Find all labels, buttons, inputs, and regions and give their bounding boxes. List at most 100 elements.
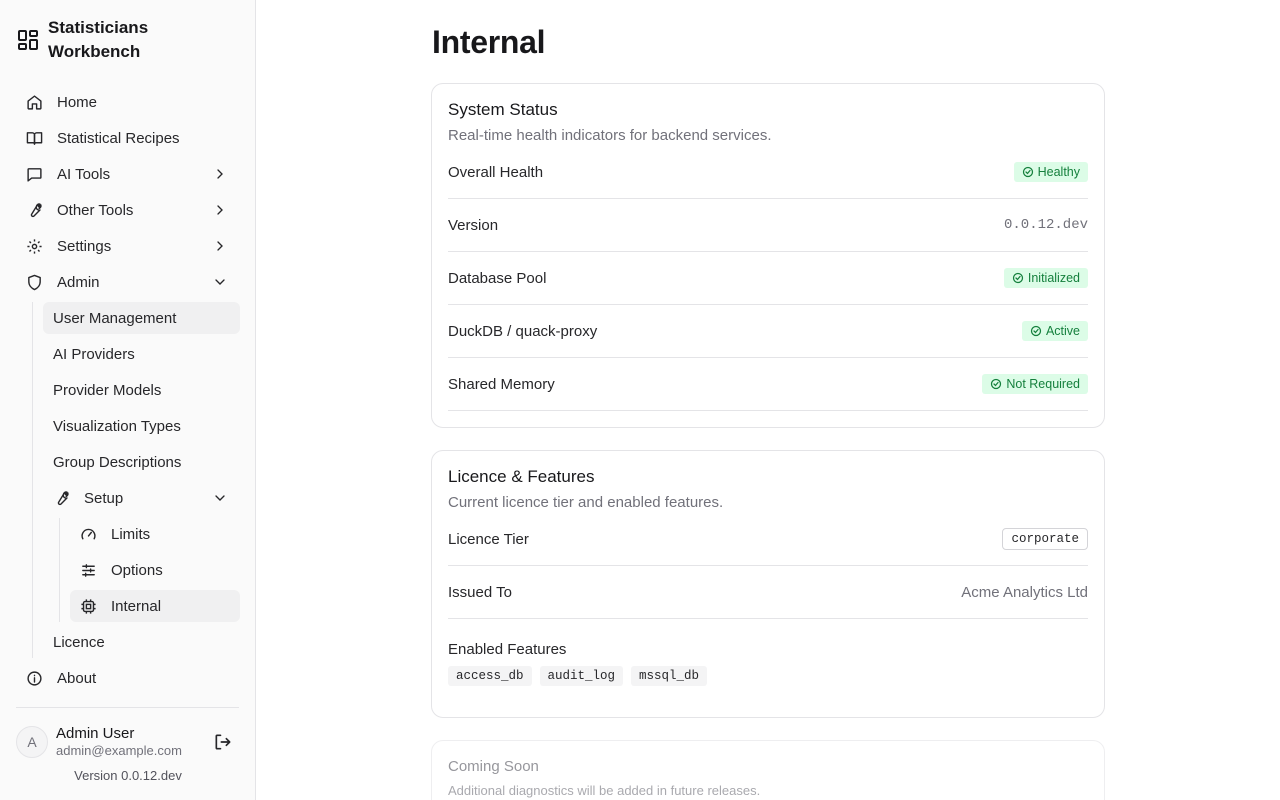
card-title: Coming Soon [448, 758, 539, 775]
sidebar-item-other-tools[interactable]: Other Tools [16, 194, 240, 226]
sidebar-item-label: Other Tools [57, 201, 134, 219]
status-label: Version [448, 216, 499, 234]
brand[interactable]: Statisticians Workbench [16, 16, 198, 64]
sidebar-item-label: AI Providers [53, 345, 135, 363]
status-badge: Not Required [982, 374, 1088, 394]
chevron-right-icon [212, 238, 228, 254]
status-label: DuckDB / quack-proxy [448, 322, 598, 340]
message-icon [26, 166, 43, 183]
feature-chip: access_db [448, 666, 532, 686]
status-row-version: Version 0.0.12.dev [448, 199, 1088, 252]
card-description: Real-time health indicators for backend … [448, 127, 772, 144]
sidebar-divider [16, 707, 239, 708]
dashboard-grid-icon [16, 28, 40, 52]
card-description: Additional diagnostics will be added in … [448, 783, 761, 798]
admin-submenu: User Management AI Providers Provider Mo… [32, 302, 240, 658]
status-value: Not Required [1006, 377, 1080, 391]
sidebar-item-label: Licence [53, 633, 105, 651]
sidebar-item-statistical-recipes[interactable]: Statistical Recipes [16, 122, 240, 154]
coming-soon-card: Coming Soon Additional diagnostics will … [431, 740, 1105, 800]
sidebar-item-setup[interactable]: Setup [43, 482, 240, 514]
issued-to-value: Acme Analytics Ltd [961, 583, 1088, 601]
sidebar-item-label: Provider Models [53, 381, 162, 399]
sidebar-item-licence[interactable]: Licence [43, 626, 240, 658]
main-content: Internal System Status Real-time health … [256, 0, 1280, 800]
app-version: Version 0.0.12.dev [74, 768, 182, 783]
card-description: Current licence tier and enabled feature… [448, 494, 724, 511]
sidebar-item-label: Settings [57, 237, 112, 255]
sidebar-item-home[interactable]: Home [16, 86, 240, 118]
feature-chip: mssql_db [631, 666, 708, 686]
app-title: Statisticians Workbench [48, 18, 149, 61]
user-profile[interactable]: A Admin User admin@example.com [16, 725, 182, 759]
sidebar-item-label: User Management [53, 309, 177, 327]
status-value: Active [1045, 324, 1080, 338]
sidebar-item-user-management[interactable]: User Management [43, 302, 240, 334]
sidebar-item-label: Options [111, 561, 163, 579]
issued-to-label: Issued To [448, 583, 512, 601]
status-badge: Active [1021, 321, 1088, 341]
sidebar-item-visualization-types[interactable]: Visualization Types [43, 410, 240, 442]
sidebar-item-ai-providers[interactable]: AI Providers [43, 338, 240, 370]
chevron-right-icon [212, 202, 228, 218]
logout-icon[interactable] [213, 732, 233, 752]
check-circle-icon [1012, 272, 1023, 284]
gauge-icon [80, 526, 97, 543]
book-icon [26, 130, 43, 147]
licence-features-card: Licence & Features Current licence tier … [431, 450, 1105, 718]
sidebar-item-group-descriptions[interactable]: Group Descriptions [43, 446, 240, 478]
sliders-icon [80, 562, 97, 579]
user-email: admin@example.com [56, 743, 182, 758]
feature-chip: audit_log [539, 666, 624, 686]
user-name: Admin User [56, 725, 135, 742]
status-row-overall-health: Overall Health Healthy [448, 146, 1088, 199]
sidebar-item-provider-models[interactable]: Provider Models [43, 374, 240, 406]
home-icon [26, 94, 43, 111]
card-title: System Status [448, 100, 558, 119]
shield-icon [26, 274, 43, 291]
avatar: A [16, 726, 48, 758]
status-row-duckdb: DuckDB / quack-proxy Active [448, 305, 1088, 358]
gear-icon [26, 238, 43, 255]
sidebar-item-limits[interactable]: Limits [70, 518, 240, 550]
check-circle-icon [1022, 166, 1033, 178]
status-label: Database Pool [448, 269, 547, 287]
sidebar-item-internal[interactable]: Internal [70, 590, 240, 622]
enabled-features-label: Enabled Features [448, 641, 567, 658]
sidebar-item-ai-tools[interactable]: AI Tools [16, 158, 240, 190]
status-badge: Initialized [1003, 268, 1088, 288]
card-title: Licence & Features [448, 467, 595, 486]
chevron-down-icon [212, 490, 228, 506]
wrench-icon [26, 202, 43, 219]
sidebar-item-label: Group Descriptions [53, 453, 182, 471]
info-icon [26, 670, 43, 687]
check-circle-icon [991, 378, 1002, 390]
status-value: Initialized [1027, 271, 1080, 285]
version-value: 0.0.12.dev [1003, 217, 1088, 233]
sidebar-item-admin[interactable]: Admin [16, 266, 240, 298]
licence-tier-row: Licence Tier corporate [448, 513, 1088, 566]
wrench-icon [53, 490, 70, 507]
sidebar-item-label: Internal [111, 597, 162, 615]
chevron-right-icon [212, 166, 228, 182]
sidebar-item-label: About [57, 669, 97, 687]
sidebar-item-label: Statistical Recipes [57, 129, 180, 147]
sidebar-item-label: Limits [111, 525, 151, 543]
status-label: Overall Health [448, 163, 544, 181]
chevron-down-icon [212, 274, 228, 290]
page-title: Internal [432, 24, 546, 60]
sidebar-item-label: AI Tools [57, 165, 111, 183]
status-label: Shared Memory [448, 375, 555, 393]
sidebar-item-about[interactable]: About [16, 662, 240, 694]
issued-to-row: Issued To Acme Analytics Ltd [448, 566, 1088, 619]
chip-icon [80, 598, 97, 615]
status-badge: Healthy [1013, 162, 1088, 182]
feature-chips: access_db audit_log mssql_db [448, 666, 1088, 686]
check-circle-icon [1030, 325, 1042, 337]
sidebar-item-settings[interactable]: Settings [16, 230, 240, 262]
sidebar-item-label: Setup [84, 489, 124, 507]
sidebar-item-label: Admin [57, 273, 100, 291]
user-info: Admin User admin@example.com [56, 725, 182, 759]
sidebar-item-options[interactable]: Options [70, 554, 240, 586]
licence-tier-value: corporate [1002, 528, 1088, 550]
